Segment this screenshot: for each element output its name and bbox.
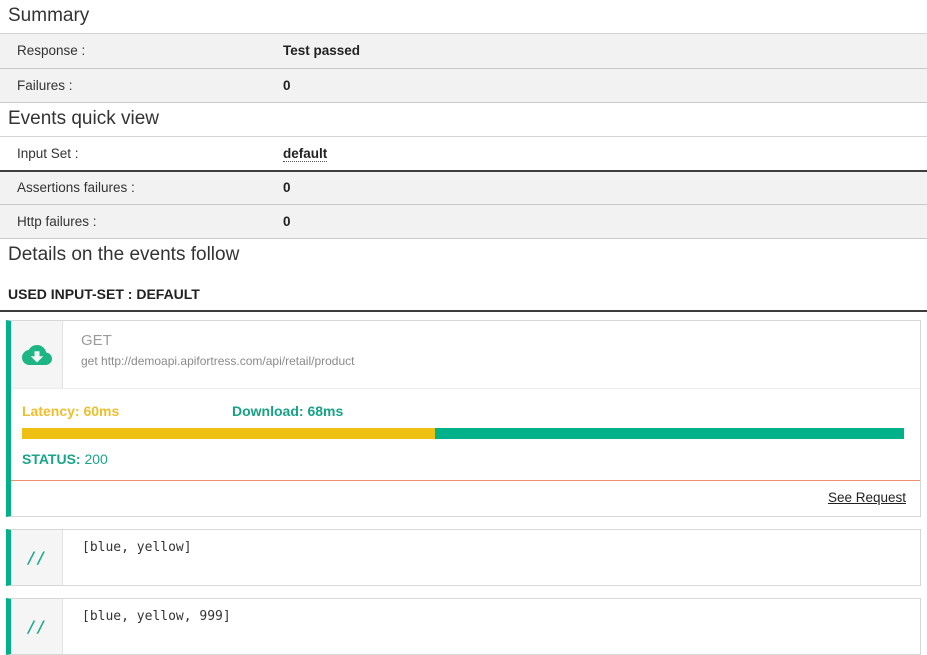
summary-table: Response : Test passed Failures : 0 [0,34,927,103]
latency-label: Latency: 60ms [22,403,119,419]
table-row: Assertions failures : 0 [0,171,927,205]
details-heading: Details on the events follow [0,239,927,272]
comment-card: // [blue, yellow] [6,529,921,586]
row-value: Test passed [283,34,927,68]
comment-slashes-icon: // [11,599,63,654]
comment-slashes-icon: // [11,530,63,585]
events-quick-view-heading: Events quick view [0,103,927,137]
row-label: Failures : [0,68,283,102]
see-request-link[interactable]: See Request [828,490,906,505]
input-set-link[interactable]: default [283,146,327,162]
table-row: Input Set : default [0,137,927,171]
row-value: 0 [283,68,927,102]
request-url: get http://demoapi.apifortress.com/api/r… [81,354,354,368]
summary-heading: Summary [0,0,927,34]
status-value: 200 [84,451,107,467]
request-info: GET get http://demoapi.apifortress.com/a… [63,321,354,388]
http-event-card: GET get http://demoapi.apifortress.com/a… [6,320,921,517]
comment-text: [blue, yellow] [63,530,192,585]
report-page: Summary Response : Test passed Failures … [0,0,927,655]
status-line: STATUS: 200 [11,439,920,480]
http-event-header: GET get http://demoapi.apifortress.com/a… [11,321,920,388]
table-row: Failures : 0 [0,68,927,102]
row-label: Http failures : [0,205,283,239]
download-label: Download: 68ms [232,403,343,419]
latency-bar-segment [22,428,435,439]
row-value: 0 [283,171,927,205]
events-quick-view-table: Input Set : default Assertions failures … [0,137,927,240]
table-row: Http failures : 0 [0,205,927,239]
comment-text: [blue, yellow, 999] [63,599,231,654]
timing-section: Latency: 60ms Download: 68ms [11,389,920,439]
request-method: GET [81,332,354,349]
used-input-set-label: USED INPUT-SET : DEFAULT [0,272,927,312]
row-label: Response : [0,34,283,68]
timing-bar [22,428,904,439]
row-label: Assertions failures : [0,171,283,205]
cloud-download-icon [11,321,63,388]
status-label: STATUS: [22,451,81,467]
row-label: Input Set : [0,137,283,171]
comment-card: // [blue, yellow, 999] [6,598,921,655]
row-value: 0 [283,205,927,239]
table-row: Response : Test passed [0,34,927,68]
download-bar-segment [435,428,904,439]
